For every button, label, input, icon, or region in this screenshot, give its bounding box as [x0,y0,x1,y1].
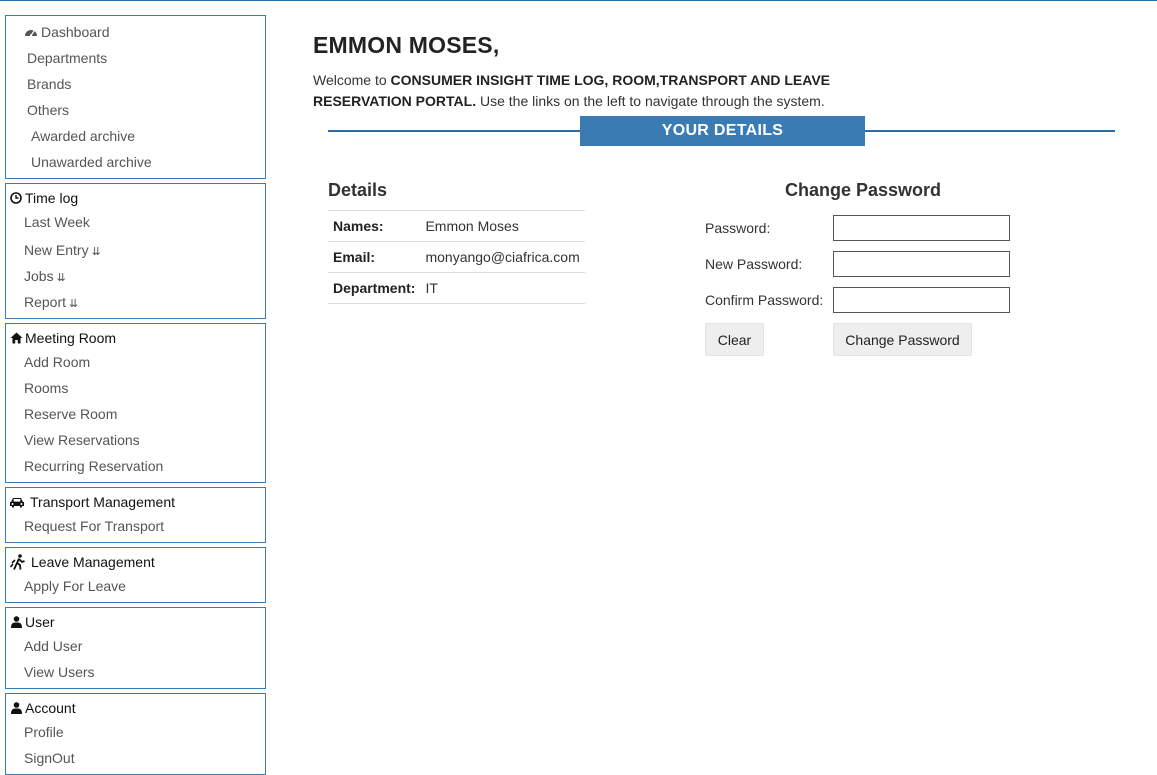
car-icon [9,496,25,510]
sidebar-item-recurring-reservation[interactable]: Recurring Reservation [24,458,163,474]
email-value: monyango@ciafrica.com [420,241,585,273]
sidebar-item-others[interactable]: Others [27,102,69,118]
new-password-field[interactable] [833,251,1010,277]
sidebar-item-add-room[interactable]: Add Room [24,354,90,370]
sidebar-item-last-week[interactable]: Last Week [24,214,90,230]
account-title: Account [25,700,76,716]
time-log-heading: Time log [9,190,78,206]
sidebar-item-apply-leave[interactable]: Apply For Leave [24,578,126,594]
user-icon [9,616,23,630]
sidebar-item-departments[interactable]: Departments [27,50,107,66]
user-title: User [25,614,55,630]
sidebar-item-label: Dashboard [41,24,110,40]
dashboard-icon [25,30,37,37]
table-row: Email: monyango@ciafrica.com [328,241,585,273]
email-label: Email: [328,241,421,273]
transport-heading: Transport Management [9,494,175,510]
meeting-room-title: Meeting Room [25,330,117,346]
leave-heading: Leave Management [9,554,155,570]
traveler-icon [9,554,27,570]
new-password-label: New Password: [705,256,803,272]
sidebar-panel-leave: Leave Management Apply For Leave [5,547,266,603]
welcome-message: Welcome to CONSUMER INSIGHT TIME LOG, RO… [313,70,853,112]
confirm-password-label: Confirm Password: [705,292,824,308]
sidebar-item-awarded-archive[interactable]: Awarded archive [31,128,135,144]
home-icon [9,332,23,346]
welcome-prefix: Welcome to [313,72,391,88]
top-border [0,0,1157,1]
details-heading: Details [328,180,388,200]
page-title: EMMON MOSES, [313,32,500,58]
table-row: Names: Emmon Moses [328,210,585,242]
meeting-room-heading: Meeting Room [9,330,116,346]
section-banner: YOUR DETAILS [580,116,865,146]
names-label: Names: [328,210,421,242]
transport-title: Transport Management [30,494,175,510]
sidebar-item-view-users[interactable]: View Users [24,664,95,680]
password-field[interactable] [833,215,1010,241]
user-heading: User [9,614,55,630]
names-value: Emmon Moses [420,210,585,242]
change-password-button[interactable]: Change Password [833,323,972,356]
user-icon [9,702,23,716]
sidebar-panel-user: User Add User View Users [5,607,266,689]
sidebar-item-label: New Entry [24,242,89,258]
change-password-heading: Change Password [785,180,942,200]
details-table: Names: Emmon Moses Email: monyango@ciafr… [328,210,585,304]
sidebar-item-jobs[interactable]: Jobs ⇊ [24,268,66,284]
account-heading: Account [9,700,76,716]
sidebar-item-reserve-room[interactable]: Reserve Room [24,406,117,422]
sidebar-item-view-reservations[interactable]: View Reservations [24,432,140,448]
sidebar-panel-time-log: Time log Last Week New Entry ⇊ Jobs ⇊ Repo… [5,183,266,319]
sidebar-item-unawarded-archive[interactable]: Unawarded archive [31,154,152,170]
sidebar-item-rooms[interactable]: Rooms [24,380,68,396]
sidebar-item-signout[interactable]: SignOut [24,750,75,766]
leave-title: Leave Management [31,554,155,570]
sidebar-item-profile[interactable]: Profile [24,724,64,740]
welcome-suffix: Use the links on the left to navigate th… [476,93,825,109]
sidebar-item-label: Report [24,294,67,310]
sidebar-panel-meeting-room: Meeting Room Add Room Rooms Reserve Room… [5,323,266,483]
sidebar-item-request-transport[interactable]: Request For Transport [24,518,164,534]
confirm-password-field[interactable] [833,287,1010,313]
chevron-double-down-icon: ⇊ [56,272,66,284]
sidebar-item-dashboard[interactable]: Dashboard [24,24,110,40]
department-value: IT [420,272,585,304]
sidebar-item-report[interactable]: Report ⇊ [24,294,78,310]
sidebar-panel-dashboard: Dashboard Departments Brands Others Awar… [5,15,266,179]
sidebar-panel-transport: Transport Management Request For Transpo… [5,487,266,543]
table-row: Department: IT [328,272,585,304]
password-label: Password: [705,220,771,236]
sidebar-item-label: Jobs [24,268,54,284]
sidebar-item-new-entry[interactable]: New Entry ⇊ [24,242,101,258]
sidebar-panel-account: Account Profile SignOut [5,693,266,775]
chevron-double-down-icon: ⇊ [91,246,101,258]
time-log-title: Time log [25,190,79,206]
sidebar-item-brands[interactable]: Brands [27,76,71,92]
clear-button[interactable]: Clear [705,323,764,356]
clock-icon [9,192,23,206]
chevron-double-down-icon: ⇊ [69,298,79,310]
sidebar-item-add-user[interactable]: Add User [24,638,82,654]
department-label: Department: [328,272,421,304]
